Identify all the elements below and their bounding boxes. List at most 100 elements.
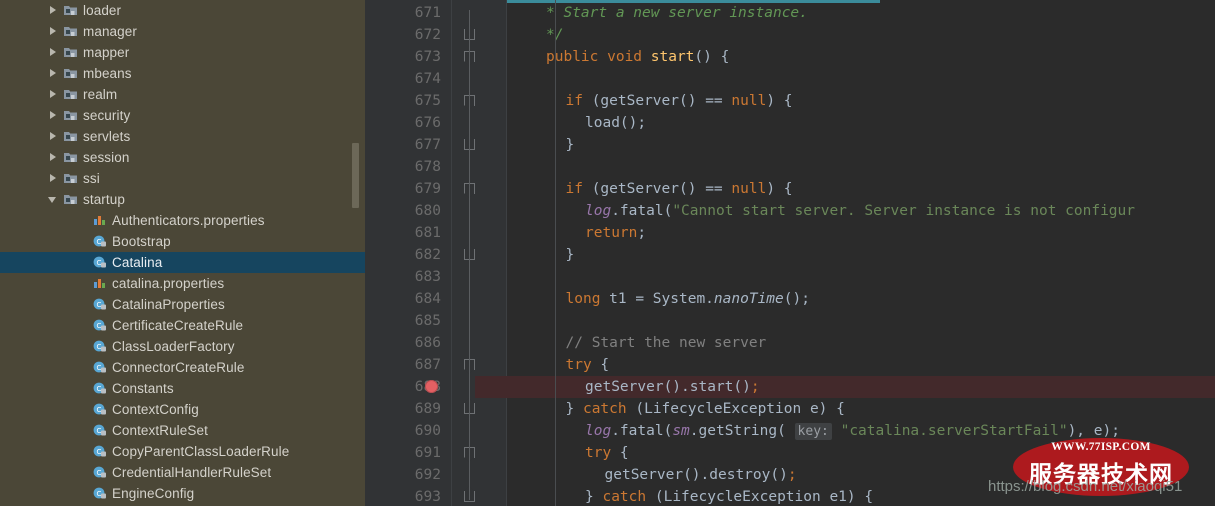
tree-item-mbeans[interactable]: mbeans	[0, 63, 365, 84]
tree-twisty-closed[interactable]	[48, 68, 59, 79]
tree-item-security[interactable]: security	[0, 105, 365, 126]
line-number: 678	[414, 159, 441, 175]
tree-item-label: startup	[83, 191, 125, 207]
line-number: 692	[414, 467, 441, 483]
code-line[interactable]: 690 log.fatal(sm.getString( key: "catalin…	[365, 420, 1215, 442]
tree-item-contextruleset[interactable]: C ContextRuleSet	[0, 420, 365, 441]
code-line[interactable]: 687 try {	[365, 354, 1215, 376]
indent-guide-1	[555, 0, 556, 506]
tree-twisty-closed[interactable]	[48, 26, 59, 37]
tree-item-loader[interactable]: loader	[0, 0, 365, 21]
code-line[interactable]: 672*/	[365, 23, 1215, 46]
line-number: 677	[414, 137, 441, 153]
tree-item-mapper[interactable]: mapper	[0, 42, 365, 63]
tree-twisty-closed[interactable]	[48, 131, 59, 142]
tree-item-label: ContextConfig	[112, 401, 199, 417]
code-line[interactable]: 679 if (getServer() == null) {	[365, 178, 1215, 200]
java-class-icon: C	[93, 424, 107, 437]
code-line[interactable]: 688getServer().start();	[365, 376, 1215, 398]
line-number: 679	[414, 181, 441, 197]
tree-twisty-none	[78, 467, 89, 478]
tree-twisty-none	[78, 257, 89, 268]
code-line[interactable]: 678	[365, 156, 1215, 178]
tree-item-realm[interactable]: realm	[0, 84, 365, 105]
tree-item-connectorcreaterule[interactable]: C ConnectorCreateRule	[0, 357, 365, 378]
code-line[interactable]: 681 return;	[365, 222, 1215, 244]
tree-item-catalina[interactable]: C Catalina	[0, 252, 365, 273]
tree-item-servlets[interactable]: servlets	[0, 126, 365, 147]
tree-item-bootstrap[interactable]: C Bootstrap	[0, 231, 365, 252]
tree-item-catalina-properties[interactable]: catalina.properties	[0, 273, 365, 294]
tree-twisty-closed[interactable]	[48, 47, 59, 58]
code-line[interactable]: 683	[365, 266, 1215, 288]
tree-item-constants[interactable]: C Constants	[0, 378, 365, 399]
line-number: 674	[414, 71, 441, 87]
tree-item-copyparentclassloaderrule[interactable]: C CopyParentClassLoaderRule	[0, 441, 365, 462]
breakpoint-marker[interactable]	[425, 380, 438, 393]
sidebar-scrollbar[interactable]	[352, 143, 359, 208]
tree-twisty-closed[interactable]	[48, 152, 59, 163]
tree-twisty-none	[78, 446, 89, 457]
tree-item-contextconfig[interactable]: C ContextConfig	[0, 399, 365, 420]
tree-item-classloaderfactory[interactable]: C ClassLoaderFactory	[0, 336, 365, 357]
tree-item-certificatecreaterule[interactable]: C CertificateCreateRule	[0, 315, 365, 336]
tree-twisty-none	[78, 362, 89, 373]
code-line[interactable]: 682}	[365, 243, 1215, 266]
code-text: }	[565, 247, 575, 263]
code-line[interactable]: 692 getServer().destroy();	[365, 464, 1215, 486]
code-line[interactable]: 677}	[365, 133, 1215, 156]
package-icon	[63, 193, 78, 206]
code-line[interactable]: 675 if (getServer() == null) {	[365, 90, 1215, 112]
code-line[interactable]: 680 log.fatal("Cannot start server. Serve…	[365, 200, 1215, 222]
code-line[interactable]: 691 try {	[365, 442, 1215, 464]
line-number: 689	[414, 401, 441, 417]
project-tree[interactable]: loader manager mapper mbeans realm security se…	[0, 0, 365, 504]
properties-file-icon	[93, 214, 107, 227]
code-text: getServer().start();	[585, 379, 760, 395]
code-line[interactable]: 686 // Start the new server	[365, 332, 1215, 354]
tree-twisty-none	[78, 299, 89, 310]
line-number: 691	[414, 445, 441, 461]
tree-item-credentialhandlerruleset[interactable]: C CredentialHandlerRuleSet	[0, 462, 365, 483]
tree-twisty-closed[interactable]	[48, 5, 59, 16]
code-line[interactable]: 674	[365, 68, 1215, 90]
java-class-icon: C	[93, 361, 107, 374]
svg-text:C: C	[97, 406, 102, 414]
tree-twisty-none	[78, 320, 89, 331]
tree-item-label: servlets	[83, 128, 131, 144]
tree-item-engineconfig[interactable]: C EngineConfig	[0, 483, 365, 504]
code-line[interactable]: 685	[365, 310, 1215, 332]
tree-twisty-open[interactable]	[48, 194, 59, 205]
svg-text:C: C	[97, 238, 102, 246]
java-class-icon: C	[93, 382, 107, 395]
code-text: if (getServer() == null) {	[565, 181, 793, 197]
tree-twisty-none	[78, 236, 89, 247]
tree-item-authenticators-properties[interactable]: Authenticators.properties	[0, 210, 365, 231]
tree-item-startup[interactable]: startup	[0, 189, 365, 210]
code-text: } catch (LifecycleException e) {	[565, 401, 845, 417]
code-line[interactable]: 689 } catch (LifecycleException e) {	[365, 397, 1215, 420]
line-number: 681	[414, 225, 441, 241]
package-icon	[63, 109, 78, 122]
tree-twisty-closed[interactable]	[48, 110, 59, 121]
tree-item-ssi[interactable]: ssi	[0, 168, 365, 189]
tree-item-manager[interactable]: manager	[0, 21, 365, 42]
tree-twisty-closed[interactable]	[48, 173, 59, 184]
code-line[interactable]: 693} catch (LifecycleException e1) {	[365, 485, 1215, 506]
code-line[interactable]: 673 public void start() {	[365, 46, 1215, 68]
svg-text:C: C	[97, 322, 102, 330]
line-number: 684	[414, 291, 441, 307]
code-line[interactable]: 671 * Start a new server instance.	[365, 2, 1215, 24]
code-text: public void start() {	[546, 49, 730, 65]
line-number: 690	[414, 423, 441, 439]
tree-item-label: EngineConfig	[112, 485, 195, 501]
code-line[interactable]: 676 load();	[365, 112, 1215, 134]
java-class-icon: C	[93, 487, 107, 500]
tree-item-catalinaproperties[interactable]: C CatalinaProperties	[0, 294, 365, 315]
code-line[interactable]: 684 long t1 = System.nanoTime();	[365, 288, 1215, 310]
code-editor[interactable]: 671* Start a new server instance.672*/67…	[365, 0, 1215, 506]
tree-item-label: mapper	[83, 44, 130, 60]
tree-twisty-none	[78, 404, 89, 415]
tree-twisty-closed[interactable]	[48, 89, 59, 100]
tree-item-session[interactable]: session	[0, 147, 365, 168]
